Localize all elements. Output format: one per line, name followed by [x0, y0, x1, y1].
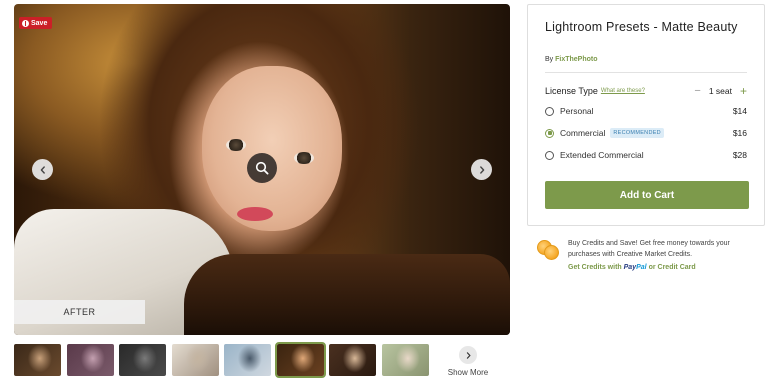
gallery-prev-button[interactable]: [32, 159, 53, 180]
show-more-circle: [459, 346, 477, 364]
portrait-eye-right: [294, 152, 314, 164]
recommended-badge: RECOMMENDED: [610, 128, 664, 138]
search-icon: [255, 161, 269, 175]
divider: [545, 72, 747, 73]
shop-name-link[interactable]: FixThePhoto: [555, 56, 597, 63]
whats-these-link[interactable]: What are these?: [601, 88, 645, 94]
portrait-face: [202, 66, 342, 231]
license-type-row: License Type What are these? − 1 seat +: [545, 85, 747, 97]
radio-commercial[interactable]: [545, 128, 554, 138]
thumbnail-2[interactable]: [67, 344, 114, 376]
radio-extended-commercial[interactable]: [545, 150, 554, 160]
license-option-price: $28: [732, 150, 747, 160]
seat-stepper: − 1 seat +: [694, 85, 747, 97]
chevron-right-icon: [479, 165, 484, 174]
thumbnail-6[interactable]: [275, 342, 326, 378]
chevron-left-icon: [40, 165, 45, 174]
license-option-name: Commercial: [560, 128, 606, 138]
seat-count: 1 seat: [708, 86, 732, 96]
thumbnail-5[interactable]: [224, 344, 271, 376]
pinterest-save-button[interactable]: Save: [19, 17, 53, 29]
get-credits-suffix: or Credit Card: [648, 264, 696, 271]
get-credits-prefix: Get Credits with: [568, 264, 622, 271]
zoom-button[interactable]: [247, 153, 277, 183]
thumbnail-1[interactable]: [14, 344, 61, 376]
portrait-chair: [184, 254, 510, 335]
seat-decrement-button[interactable]: −: [694, 86, 700, 97]
get-credits-link[interactable]: Get Credits with PayPal or Credit Card: [568, 264, 696, 271]
license-option-name: Extended Commercial: [560, 150, 644, 160]
thumbnail-3[interactable]: [119, 344, 166, 376]
credits-promo: Buy Credits and Save! Get free money tow…: [537, 237, 762, 277]
license-option-price: $14: [732, 106, 747, 116]
license-type-label: License Type: [545, 86, 598, 96]
credits-promo-text: Buy Credits and Save! Get free money tow…: [568, 240, 730, 258]
paypal-logo: PayPal: [623, 264, 647, 271]
product-title: Lightroom Presets - Matte Beauty: [545, 20, 738, 34]
portrait-eye-left: [226, 139, 246, 151]
show-more-label: Show More: [447, 368, 489, 377]
chevron-right-icon: [466, 351, 471, 359]
seat-increment-button[interactable]: +: [740, 85, 747, 97]
radio-personal[interactable]: [545, 106, 554, 116]
purchase-card: Lightroom Presets - Matte Beauty By FixT…: [527, 4, 765, 226]
after-label: AFTER: [14, 300, 145, 324]
thumbnail-4[interactable]: [172, 344, 219, 376]
add-to-cart-button[interactable]: Add to Cart: [545, 181, 749, 209]
coins-icon: [537, 240, 561, 260]
license-option-personal[interactable]: Personal $14: [545, 104, 747, 118]
by-label: By: [545, 56, 554, 63]
save-label: Save: [31, 19, 48, 27]
portrait-lips: [237, 207, 273, 221]
show-more-button[interactable]: Show More: [446, 346, 490, 377]
gallery-next-button[interactable]: [471, 159, 492, 180]
thumbnail-8[interactable]: [382, 344, 429, 376]
thumbnail-7[interactable]: [329, 344, 376, 376]
license-option-name: Personal: [560, 106, 594, 116]
license-option-price: $16: [732, 128, 747, 138]
pinterest-icon: [22, 19, 29, 27]
license-option-commercial[interactable]: Commercial RECOMMENDED $16: [545, 126, 747, 140]
license-option-extended-commercial[interactable]: Extended Commercial $28: [545, 148, 747, 162]
product-byline: By FixThePhoto: [545, 56, 598, 63]
